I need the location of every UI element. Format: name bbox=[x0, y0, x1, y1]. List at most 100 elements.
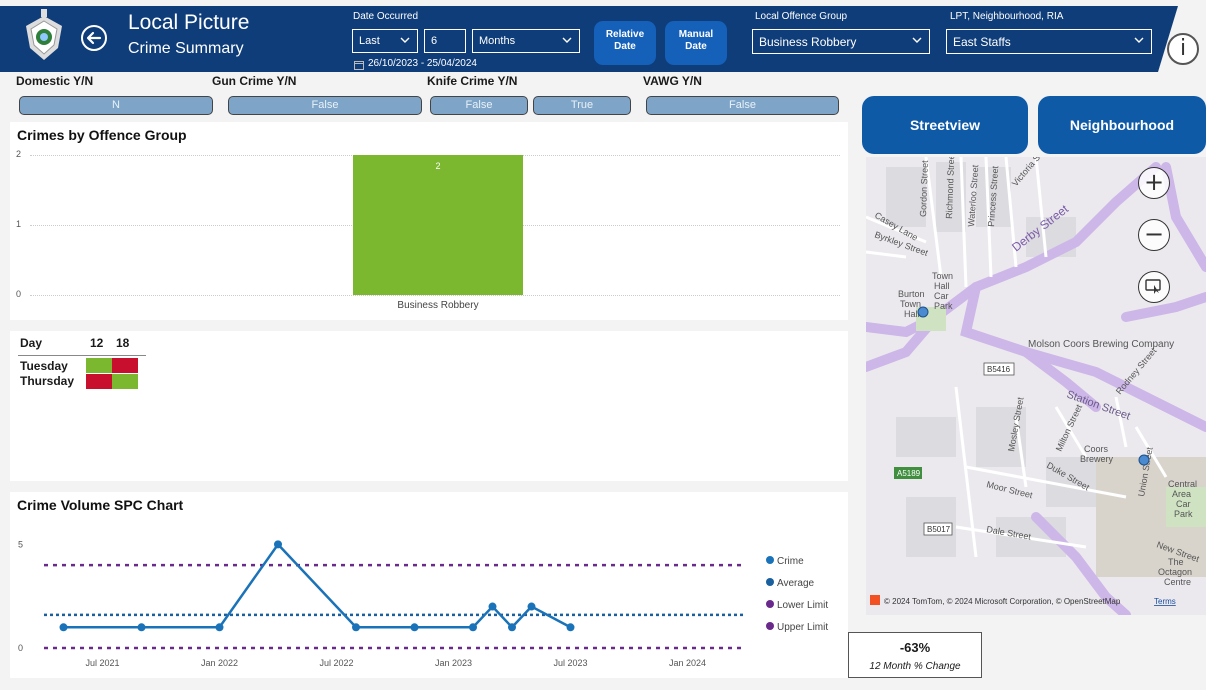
x-tick-label: Jul 2022 bbox=[319, 658, 353, 668]
spc-chart-panel: Crime Volume SPC Chart 0 5 Jul 2021 Jan 202… bbox=[10, 492, 848, 678]
crime-data-point[interactable] bbox=[469, 623, 477, 632]
manual-date-button[interactable]: Manual Date bbox=[665, 21, 727, 65]
crime-marker[interactable] bbox=[1138, 454, 1150, 466]
x-category-label: Business Robbery bbox=[397, 300, 479, 311]
legend-dot bbox=[766, 622, 774, 630]
y-tick-label: 2 bbox=[16, 149, 22, 159]
crime-data-point[interactable] bbox=[508, 623, 516, 632]
neighbourhood-button[interactable]: Neighbourhood bbox=[1038, 96, 1206, 154]
spc-chart-svg: 0 5 Jul 2021 Jan 2022 Jul 2022 Jan 2023 Jul 20… bbox=[18, 539, 746, 668]
knife-crime-filter-false[interactable]: False bbox=[430, 96, 528, 115]
offence-group-select[interactable]: Business Robbery bbox=[752, 29, 930, 54]
period-count-value: 6 bbox=[431, 35, 438, 47]
day-matrix-panel: Day 12 18 Tuesday Thursday bbox=[10, 331, 848, 481]
vawg-filter-false[interactable]: False bbox=[646, 96, 839, 115]
period-unit-value: Months bbox=[479, 35, 516, 47]
x-tick-label: Jan 2024 bbox=[669, 658, 706, 668]
gun-crime-filter-label: Gun Crime Y/N bbox=[212, 74, 297, 88]
info-icon[interactable]: i bbox=[1167, 33, 1199, 65]
map-terms-link[interactable]: Terms bbox=[1154, 597, 1176, 606]
y-tick-label: 1 bbox=[16, 219, 22, 229]
offence-group-chart-panel: Crimes by Offence Group 0 1 2 2 Business Rob… bbox=[10, 122, 848, 320]
legend-item: Average bbox=[766, 578, 814, 589]
police-crest-logo bbox=[26, 9, 62, 60]
place-label: Park bbox=[934, 301, 953, 311]
matrix-row-label: Thursday bbox=[20, 374, 75, 388]
x-tick-label: Jul 2021 bbox=[85, 658, 119, 668]
place-label: Burton bbox=[898, 289, 925, 299]
legend-label: Average bbox=[777, 578, 815, 589]
place-label: Octagon bbox=[1158, 567, 1192, 577]
place-label: Molson Coors Brewing Company bbox=[1028, 339, 1174, 350]
relative-date-button[interactable]: Relative Date bbox=[594, 21, 656, 65]
matrix-cell[interactable] bbox=[112, 358, 138, 373]
y-tick-label: 0 bbox=[16, 289, 22, 299]
domestic-filter-n[interactable]: N bbox=[19, 96, 213, 115]
period-mode-select[interactable]: Last bbox=[352, 29, 418, 53]
streetview-button[interactable]: Streetview bbox=[862, 96, 1028, 154]
header-bar: Local Picture Crime Summary Date Occurre… bbox=[0, 0, 1206, 72]
matrix-header-divider bbox=[18, 355, 146, 356]
bar-business-robbery[interactable] bbox=[353, 155, 523, 295]
road-code-a5189: A5189 bbox=[897, 469, 921, 478]
x-tick-label: Jul 2023 bbox=[553, 658, 587, 668]
legend-label: Lower Limit bbox=[777, 600, 829, 611]
chevron-down-icon bbox=[1134, 37, 1144, 43]
calendar-icon bbox=[354, 61, 364, 70]
chevron-down-icon bbox=[562, 37, 572, 43]
place-label: Hall bbox=[934, 281, 950, 291]
kpi-label: 12 Month % Change bbox=[869, 661, 961, 672]
relative-date-label-2: Date bbox=[614, 41, 636, 52]
place-label: Car bbox=[1176, 499, 1191, 509]
crime-data-point[interactable] bbox=[215, 623, 224, 632]
place-label: Centre bbox=[1164, 577, 1191, 587]
legend-item: Crime bbox=[766, 556, 804, 567]
back-arrow-icon[interactable] bbox=[80, 24, 108, 52]
kpi-card: -63% 12 Month % Change bbox=[848, 632, 982, 678]
crime-data-point[interactable] bbox=[137, 623, 146, 632]
road-code-b5017: B5017 bbox=[927, 525, 951, 534]
crime-data-point[interactable] bbox=[488, 602, 497, 611]
street-label: Gordon Street bbox=[918, 160, 930, 217]
period-unit-select[interactable]: Months bbox=[472, 29, 580, 53]
matrix-col-18: 18 bbox=[116, 336, 130, 350]
place-label: Town bbox=[900, 299, 921, 309]
knife-crime-filter-true[interactable]: True bbox=[533, 96, 631, 115]
manual-date-label-2: Date bbox=[685, 41, 707, 52]
crime-data-point[interactable] bbox=[566, 623, 575, 632]
offence-group-value: Business Robbery bbox=[759, 35, 857, 49]
legend-label: Upper Limit bbox=[777, 622, 829, 633]
crime-data-point[interactable] bbox=[410, 623, 419, 632]
crime-data-point[interactable] bbox=[352, 623, 360, 632]
matrix-day-header: Day bbox=[20, 336, 43, 350]
matrix-cell[interactable] bbox=[86, 358, 112, 373]
area-select[interactable]: East Staffs bbox=[946, 29, 1152, 54]
date-occurred-label: Date Occurred bbox=[353, 11, 419, 22]
date-range-text: 26/10/2023 - 25/04/2024 bbox=[368, 58, 477, 69]
period-count-input[interactable]: 6 bbox=[424, 29, 466, 53]
zoom-out-icon[interactable]: − bbox=[1138, 219, 1170, 251]
x-tick-label: Jan 2022 bbox=[201, 658, 238, 668]
zoom-in-icon[interactable]: + bbox=[1138, 167, 1170, 199]
select-area-glyph bbox=[1145, 279, 1161, 294]
y-tick-label: 0 bbox=[18, 643, 23, 653]
crime-marker[interactable] bbox=[917, 306, 929, 318]
crime-data-point[interactable] bbox=[527, 602, 536, 611]
page-title: Local Picture bbox=[128, 11, 250, 34]
legend-dot bbox=[766, 600, 774, 608]
crime-data-point[interactable] bbox=[59, 623, 68, 632]
crime-map[interactable]: B5416 A5189 B5017 Derby Street Gordon St… bbox=[866, 157, 1206, 615]
offence-group-label: Local Offence Group bbox=[755, 11, 848, 22]
crime-data-point[interactable] bbox=[274, 540, 282, 549]
select-area-icon[interactable] bbox=[1138, 271, 1170, 303]
legend-dot bbox=[766, 556, 774, 564]
matrix-col-12: 12 bbox=[90, 336, 104, 350]
domestic-filter-label: Domestic Y/N bbox=[16, 74, 94, 88]
matrix-cell[interactable] bbox=[86, 374, 112, 389]
matrix-row-label: Tuesday bbox=[20, 359, 68, 373]
gun-crime-filter-false[interactable]: False bbox=[228, 96, 422, 115]
bar-data-label: 2 bbox=[435, 161, 441, 171]
legend-label: Crime bbox=[777, 556, 804, 567]
matrix-cell[interactable] bbox=[112, 374, 138, 389]
chevron-down-icon bbox=[400, 37, 410, 43]
